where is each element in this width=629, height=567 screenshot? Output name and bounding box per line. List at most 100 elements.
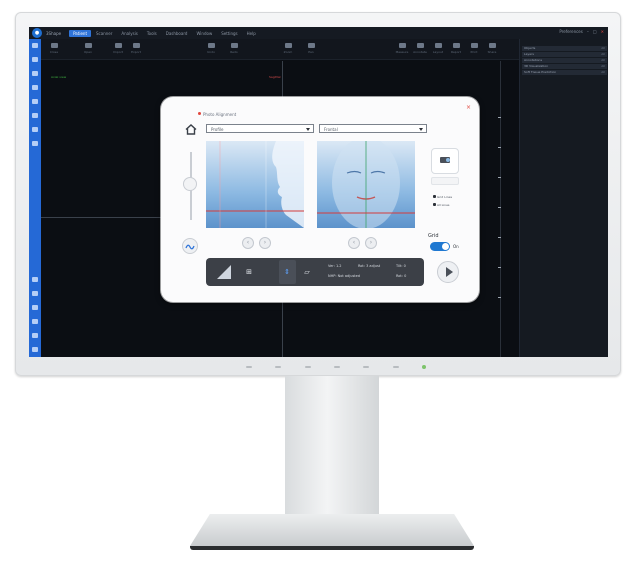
wave-icon [185, 244, 195, 250]
open-tool-button[interactable]: Open [81, 42, 95, 56]
sidebar-tool-icon[interactable] [32, 305, 38, 310]
dialog-close-icon[interactable]: × [466, 104, 471, 111]
share-tool-button[interactable]: Share [485, 42, 499, 56]
power-led [421, 365, 426, 369]
menu-item-analysis[interactable]: Analysis [117, 30, 141, 37]
left-photo-select-value: Profile [211, 127, 224, 132]
left-sidebar [29, 39, 41, 357]
menu-item-tools[interactable]: Tools [143, 30, 161, 37]
right-photo-select-value: Frontal [324, 127, 338, 132]
annotate-tool-button[interactable]: Annotate [413, 42, 427, 56]
tool-label: Undo [207, 50, 215, 54]
tool-label: Report [451, 50, 461, 54]
monitor-stand-base-edge [190, 546, 474, 550]
zoom-slider-thumb[interactable] [183, 177, 197, 191]
sidebar-tool-icon[interactable] [32, 347, 38, 352]
profile-next-button[interactable]: › [259, 237, 271, 249]
tool-label: Redo [230, 50, 238, 54]
panel-row-value: All [601, 46, 605, 50]
panel-row-objects[interactable]: Objects All [522, 46, 607, 51]
sidebar-tool-icon[interactable] [32, 99, 38, 104]
panel-row-layers[interactable]: Layers All [522, 52, 607, 57]
import-tool-button[interactable]: Import [111, 42, 125, 56]
grid-lines-icon [433, 195, 436, 198]
tool-label: Pan [308, 50, 314, 54]
bottom-text-e: Rot: 0 [396, 274, 407, 278]
tool-label: Zoom [283, 50, 293, 54]
profile-prev-button[interactable]: ‹ [242, 237, 254, 249]
grid-lines-label: Grid Lines [437, 195, 453, 199]
grid-lines-option[interactable]: Grid Lines [433, 195, 452, 199]
all-lines-label: All Lines [437, 203, 450, 207]
monitor-button [246, 366, 252, 368]
sidebar-tool-icon[interactable] [32, 333, 38, 338]
sidebar-tool-icon[interactable] [32, 291, 38, 296]
sidebar-tool-icon[interactable] [32, 43, 38, 48]
preferences-link[interactable]: Preferences [559, 29, 583, 34]
sidebar-tool-icon[interactable] [32, 113, 38, 118]
close-tool-button[interactable]: Close [47, 42, 61, 56]
monitor-button [392, 366, 399, 368]
signal-icon[interactable] [216, 264, 232, 280]
sidebar-tool-icon[interactable] [32, 141, 38, 146]
report-tool-button[interactable]: Report [449, 42, 463, 56]
export-tool-button[interactable]: Export [129, 42, 143, 56]
color-swatch[interactable] [431, 177, 459, 185]
monitor-button [333, 366, 340, 368]
cart-icon[interactable]: ⊞ [244, 266, 254, 278]
panel-row-3d[interactable]: 3D Visualization All [522, 64, 607, 69]
close-icon[interactable]: ✕ [601, 29, 604, 34]
frontal-photo[interactable] [317, 141, 415, 228]
frontal-prev-button[interactable]: ‹ [348, 237, 360, 249]
tool-label: Annotate [413, 50, 427, 54]
menu-item-window[interactable]: Window [192, 30, 216, 37]
panel-row-annotations[interactable]: Annotations All [522, 58, 607, 63]
align-icon[interactable]: ⇕ [282, 266, 292, 278]
undo-tool-button[interactable]: Undo [204, 42, 218, 56]
sidebar-tool-icon[interactable] [32, 71, 38, 76]
camera-button[interactable] [431, 148, 459, 174]
adjust-wave-button[interactable] [182, 238, 198, 254]
menu-item-scanner[interactable]: Scanner [92, 30, 116, 37]
profile-photo[interactable] [206, 141, 304, 228]
bottom-text-c: Rot: 3 adjust [358, 264, 381, 268]
sidebar-tool-icon[interactable] [32, 319, 38, 324]
all-lines-option[interactable]: All Lines [433, 203, 450, 207]
menu-item-settings[interactable]: Settings [217, 30, 241, 37]
ruler-tick [498, 237, 501, 238]
layer-icon[interactable]: ▱ [302, 266, 312, 278]
menubar-right: Preferences – □ ✕ [559, 29, 604, 34]
play-button[interactable] [437, 261, 459, 283]
frontal-face-image [317, 141, 415, 228]
menu-item-dashboard[interactable]: Dashboard [162, 30, 192, 37]
minimize-icon[interactable]: – [587, 29, 589, 34]
left-photo-select[interactable]: Profile [206, 124, 314, 133]
menu-item-help[interactable]: Help [243, 30, 260, 37]
right-panel-spacer [520, 39, 608, 45]
layout-tool-button[interactable]: Layout [431, 42, 445, 56]
frontal-next-button[interactable]: › [365, 237, 377, 249]
maximize-icon[interactable]: □ [593, 29, 597, 34]
menu-item-patient[interactable]: Patient [69, 29, 92, 37]
zoom-tool-button[interactable]: Zoom [281, 42, 295, 56]
tool-label: Open [83, 50, 92, 54]
sidebar-tool-icon[interactable] [32, 127, 38, 132]
sidebar-tool-icon[interactable] [32, 57, 38, 62]
right-photo-select[interactable]: Frontal [319, 124, 427, 133]
ruler-tick [498, 297, 501, 298]
panel-row-soft-tissue[interactable]: Soft Tissue Prediction All [522, 70, 607, 75]
grid-toggle[interactable] [430, 242, 450, 251]
measure-tool-button[interactable]: Measure [395, 42, 409, 56]
home-icon[interactable] [185, 124, 197, 135]
pan-tool-button[interactable]: Pan [304, 42, 318, 56]
bottom-text-d: Tilt: 0 [396, 264, 406, 268]
sidebar-tool-icon[interactable] [32, 85, 38, 90]
panel-row-value: All [601, 70, 605, 74]
panel-row-value: All [601, 52, 605, 56]
redo-tool-button[interactable]: Redo [227, 42, 241, 56]
print-tool-button[interactable]: Print [467, 42, 481, 56]
ruler-tick [498, 267, 501, 268]
viewport-label-left: Axial view [51, 75, 67, 79]
monitor-stand-base [190, 514, 474, 546]
sidebar-tool-icon[interactable] [32, 277, 38, 282]
